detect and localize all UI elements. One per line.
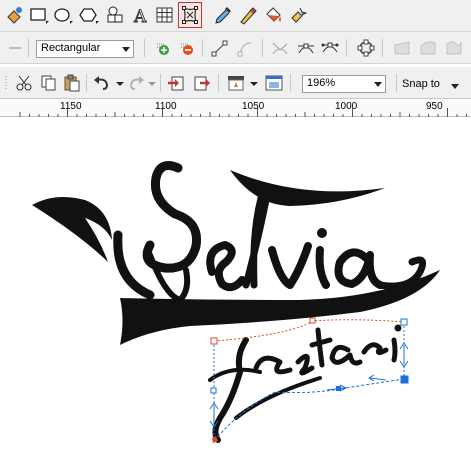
- envelope-straight-line-mode-icon[interactable]: [392, 38, 412, 58]
- ruler-label: 1100: [155, 101, 177, 112]
- application-launcher-icon[interactable]: [226, 73, 246, 93]
- selection-mode-dropdown[interactable]: Rectangular: [36, 40, 134, 58]
- logo-artwork[interactable]: [32, 161, 440, 443]
- outline-pen-tool-icon[interactable]: [236, 4, 258, 26]
- ruler-label: 1050: [242, 101, 265, 112]
- chevron-down-icon[interactable]: [451, 84, 459, 89]
- dash-icon: [6, 38, 26, 58]
- symmetrical-node-icon[interactable]: [320, 38, 340, 58]
- convert-to-line-icon[interactable]: [210, 38, 230, 58]
- add-node-icon[interactable]: [154, 38, 174, 58]
- basic-shapes-tool-icon[interactable]: [104, 4, 126, 26]
- toolbox: A: [0, 0, 471, 32]
- ruler-label: 950: [426, 101, 443, 112]
- smart-fill-tool-icon[interactable]: [288, 4, 310, 26]
- copy-icon[interactable]: [38, 73, 58, 93]
- interactive-fill-tool-icon[interactable]: [4, 4, 26, 26]
- undo-icon[interactable]: [92, 73, 112, 93]
- smooth-node-icon[interactable]: [296, 38, 316, 58]
- chevron-down-icon[interactable]: [371, 76, 385, 92]
- chevron-down-icon[interactable]: [119, 41, 133, 57]
- export-icon[interactable]: [192, 73, 212, 93]
- zoom-level-value: 196%: [307, 77, 336, 89]
- polygon-tool-icon[interactable]: [78, 4, 100, 26]
- text-tool-icon[interactable]: A: [130, 4, 152, 26]
- horizontal-ruler[interactable]: 1150 1100 1050 1000 950: [0, 100, 471, 117]
- envelope-single-arc-mode-icon[interactable]: [418, 38, 438, 58]
- rectangle-tool-icon[interactable]: [28, 4, 50, 26]
- text-tool-glyph: A: [133, 7, 147, 26]
- envelope-double-arc-mode-icon[interactable]: [444, 38, 464, 58]
- standard-bar: 196%: [0, 67, 471, 99]
- snap-to-dropdown[interactable]: Snap to: [402, 78, 440, 90]
- drawing-canvas[interactable]: [0, 117, 471, 455]
- ruler-label: 1150: [60, 101, 82, 112]
- table-tool-icon[interactable]: [154, 4, 176, 26]
- cusp-node-icon[interactable]: [270, 38, 290, 58]
- envelope-tool-icon[interactable]: [178, 2, 202, 28]
- eyedropper-tool-icon[interactable]: [212, 4, 234, 26]
- import-icon[interactable]: [166, 73, 186, 93]
- selection-mode-value: Rectangular: [41, 42, 101, 54]
- delete-node-icon[interactable]: [178, 38, 198, 58]
- launcher-dropdown-icon[interactable]: [246, 73, 266, 93]
- fill-bucket-tool-icon[interactable]: [262, 4, 284, 26]
- welcome-screen-icon[interactable]: [264, 73, 284, 93]
- redo-dropdown-icon[interactable]: [144, 73, 164, 93]
- property-bar: Rectangular: [0, 32, 471, 64]
- convert-to-curve-icon[interactable]: [236, 38, 256, 58]
- cut-icon[interactable]: [14, 73, 34, 93]
- ruler-label: 1000: [335, 101, 358, 112]
- zoom-level-dropdown[interactable]: 196%: [302, 75, 386, 93]
- ellipse-tool-icon[interactable]: [52, 4, 74, 26]
- node-elastic-mode-icon[interactable]: [356, 38, 376, 58]
- paste-icon[interactable]: [62, 73, 82, 93]
- redo-icon[interactable]: [126, 73, 146, 93]
